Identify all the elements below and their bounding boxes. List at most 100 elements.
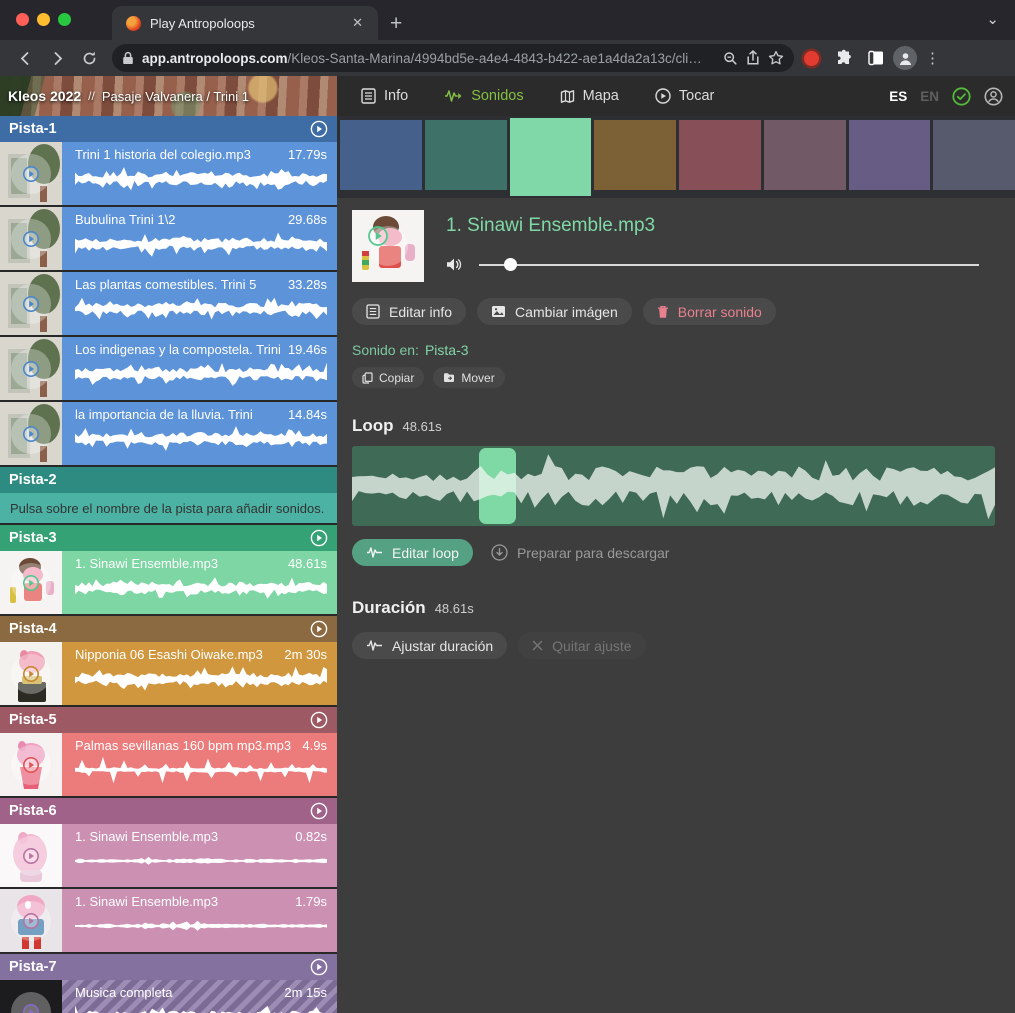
track-header-pista-2[interactable]: Pista-2: [0, 467, 337, 493]
browser-menu-icon[interactable]: ⋮: [919, 49, 946, 67]
track-play-icon[interactable]: [310, 711, 328, 729]
extensions-puzzle-icon[interactable]: [829, 43, 859, 73]
zoom-window-button[interactable]: [58, 13, 71, 26]
volume-icon[interactable]: [446, 257, 463, 272]
tab-sonidos[interactable]: Sonidos: [444, 88, 523, 104]
close-tab-icon[interactable]: ✕: [347, 13, 368, 33]
clip-title: Musica completa: [75, 985, 173, 1000]
lang-es-button[interactable]: ES: [889, 89, 907, 104]
lock-icon[interactable]: [122, 51, 134, 65]
clip-sinawi-6b[interactable]: 1. Sinawi Ensemble.mp3 1.79s: [0, 889, 337, 952]
volume-slider[interactable]: [479, 258, 979, 271]
clip-thumbnail[interactable]: [0, 142, 62, 205]
clip-bubulina[interactable]: Bubulina Trini 1\2 29.68s: [0, 207, 337, 270]
swatch-pista-1[interactable]: [340, 120, 422, 190]
track-header-pista-5[interactable]: Pista-5: [0, 707, 337, 733]
clip-indigenas[interactable]: Los indigenas y la compostela. Trini 19.…: [0, 337, 337, 400]
clip-thumbnail[interactable]: [0, 889, 62, 952]
account-icon[interactable]: [984, 87, 1003, 106]
track-header-pista-4[interactable]: Pista-4: [0, 616, 337, 642]
swatch-pista-8[interactable]: [933, 120, 1015, 190]
move-button[interactable]: Mover: [433, 367, 504, 388]
tab-tocar[interactable]: Tocar: [655, 88, 714, 104]
clip-waveform: [75, 294, 327, 324]
clip-thumbnail[interactable]: [0, 980, 62, 1013]
clip-thumbnail[interactable]: [0, 272, 62, 335]
track-header-pista-6[interactable]: Pista-6: [0, 798, 337, 824]
lang-en-button[interactable]: EN: [920, 89, 939, 104]
volume-thumb[interactable]: [504, 258, 517, 271]
clip-thumbnail[interactable]: [0, 551, 62, 614]
track-play-icon[interactable]: [310, 802, 328, 820]
clip-nipponia[interactable]: Nipponia 06 Esashi Oiwake.mp3 2m 30s: [0, 642, 337, 705]
profile-avatar[interactable]: [893, 46, 917, 70]
tab-search-chevron-icon[interactable]: ⌄: [986, 10, 999, 28]
clip-thumbnail[interactable]: [0, 337, 62, 400]
track-link[interactable]: Pista-3: [425, 342, 469, 358]
track-header-pista-3[interactable]: Pista-3: [0, 525, 337, 551]
sound-thumbnail[interactable]: [352, 210, 424, 282]
side-panel-icon[interactable]: [861, 43, 891, 73]
adjust-duration-button[interactable]: Ajustar duración: [352, 632, 507, 659]
swatch-pista-5[interactable]: [679, 120, 761, 190]
swatch-pista-4[interactable]: [594, 120, 676, 190]
track-play-icon[interactable]: [310, 958, 328, 976]
prepare-download-button[interactable]: Preparar para descargar: [491, 544, 670, 561]
track-play-icon[interactable]: [310, 620, 328, 638]
project-breadcrumb[interactable]: Kleos 2022 // Pasaje Valvanera / Trini 1: [0, 76, 337, 116]
clip-title: 1. Sinawi Ensemble.mp3: [75, 829, 218, 844]
new-tab-button[interactable]: +: [390, 13, 402, 34]
swatch-pista-7[interactable]: [849, 120, 931, 190]
clip-sinawi-6a[interactable]: 1. Sinawi Ensemble.mp3 0.82s: [0, 824, 337, 887]
sound-detail-panel: 1. Sinawi Ensemble.mp3: [337, 116, 1015, 1013]
play-sound-button[interactable]: [368, 226, 408, 266]
clip-lluvia[interactable]: la importancia de la lluvia. Trini 14.84…: [0, 402, 337, 465]
minimize-window-button[interactable]: [37, 13, 50, 26]
window-controls: [16, 13, 71, 26]
clip-thumbnail[interactable]: [0, 733, 62, 796]
reload-button[interactable]: [74, 43, 104, 73]
swatch-pista-3-selected[interactable]: [510, 118, 592, 196]
track-header-pista-1[interactable]: Pista-1: [0, 116, 337, 142]
adjust-duration-label: Ajustar duración: [392, 638, 493, 654]
clip-waveform: [75, 359, 327, 389]
clip-trini-historia[interactable]: Trini 1 historia del colegio.mp3 17.79s: [0, 142, 337, 205]
track-header-pista-7[interactable]: Pista-7: [0, 954, 337, 980]
zoom-page-icon[interactable]: [723, 51, 738, 66]
clip-duration: 29.68s: [288, 212, 327, 227]
clip-thumbnail[interactable]: [0, 642, 62, 705]
clip-musica-completa[interactable]: Musica completa 2m 15s: [0, 980, 337, 1013]
clip-title: Nipponia 06 Esashi Oiwake.mp3: [75, 647, 263, 662]
clip-palmas[interactable]: Palmas sevillanas 160 bpm mp3.mp3 4.9s: [0, 733, 337, 796]
track-play-icon[interactable]: [310, 529, 328, 547]
loop-waveform-box[interactable]: [352, 446, 995, 526]
bookmark-star-icon[interactable]: [768, 50, 784, 66]
copy-button[interactable]: Copiar: [352, 367, 424, 388]
clip-sinawi-selected[interactable]: 1. Sinawi Ensemble.mp3 48.61s: [0, 551, 337, 614]
track-play-icon[interactable]: [310, 120, 328, 138]
remove-adjust-button[interactable]: Quitar ajuste: [518, 632, 645, 659]
saved-check-icon[interactable]: [952, 87, 971, 106]
clip-thumbnail[interactable]: [0, 402, 62, 465]
clip-plantas[interactable]: Las plantas comestibles. Trini 5 33.28s: [0, 272, 337, 335]
delete-sound-button[interactable]: Borrar sonido: [643, 298, 776, 325]
swatch-pista-6[interactable]: [764, 120, 846, 190]
back-button[interactable]: [10, 43, 40, 73]
clip-thumbnail[interactable]: [0, 207, 62, 270]
track-name: Pista-5: [9, 712, 57, 728]
browser-tab[interactable]: Play Antropoloops ✕: [112, 6, 378, 40]
share-icon[interactable]: [746, 50, 760, 66]
change-image-button[interactable]: Cambiar imágen: [477, 298, 632, 325]
forward-button[interactable]: [42, 43, 72, 73]
recording-extension-icon[interactable]: [804, 51, 819, 66]
swatch-pista-2[interactable]: [425, 120, 507, 190]
edit-info-button[interactable]: Editar info: [352, 298, 466, 325]
edit-loop-button[interactable]: Editar loop: [352, 539, 473, 566]
tab-info[interactable]: Info: [361, 88, 408, 104]
address-bar[interactable]: app.antropoloops.com/Kleos-Santa-Marina/…: [112, 44, 794, 72]
tab-mapa[interactable]: Mapa: [560, 88, 619, 104]
close-window-button[interactable]: [16, 13, 29, 26]
tab-sonidos-label: Sonidos: [471, 88, 523, 104]
clip-thumbnail[interactable]: [0, 824, 62, 887]
breadcrumb-separator: //: [88, 89, 95, 103]
